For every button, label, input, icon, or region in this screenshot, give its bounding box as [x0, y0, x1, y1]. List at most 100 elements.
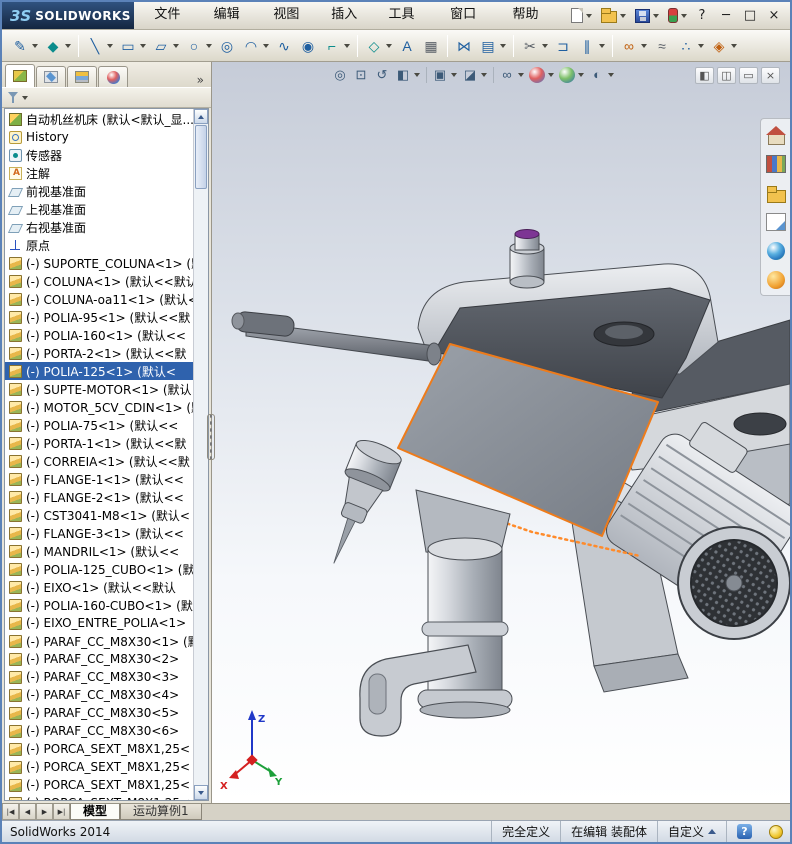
section-view-icon[interactable]: ◧ — [393, 66, 422, 84]
dropdown-arrow-icon[interactable] — [206, 44, 212, 48]
dropdown-arrow-icon[interactable] — [173, 44, 179, 48]
document-tab[interactable]: 运动算例1 — [120, 804, 202, 820]
tree-item[interactable]: 原点 — [5, 236, 193, 254]
tree-item[interactable]: (-) SUPORTE_COLUNA<1> (默 — [5, 254, 193, 272]
sketch-icon[interactable]: ✎ — [8, 34, 41, 58]
ellipse-icon[interactable]: ◉ — [296, 34, 320, 58]
quick-tip-icon[interactable] — [769, 825, 783, 839]
tree-item[interactable]: 自动机丝机床 (默认<默认_显... — [5, 110, 193, 128]
displaymanager-tab[interactable] — [98, 66, 128, 87]
tree-item[interactable]: (-) PARAF_CC_M8X30<3> — [5, 668, 193, 686]
edit-appearance-icon[interactable] — [527, 66, 556, 84]
apply-scene-icon[interactable] — [557, 66, 586, 84]
tree-item[interactable]: (-) MOTOR_5CV_CDIN<1> (默 — [5, 398, 193, 416]
restore-button[interactable]: □ — [738, 5, 762, 27]
menu-item[interactable]: 窗口(W) — [431, 2, 495, 29]
taskpane-resources-button[interactable] — [764, 124, 787, 145]
tab-scroll-button[interactable]: ◀ — [19, 804, 36, 820]
filter-button[interactable] — [8, 92, 28, 103]
zoom-fit-icon[interactable]: ◎ — [330, 66, 350, 84]
document-tab[interactable]: 模型 — [70, 804, 120, 820]
menu-item[interactable]: 编辑(E) — [197, 2, 257, 29]
dropdown-arrow-icon[interactable] — [698, 44, 704, 48]
spline-icon[interactable]: ∿ — [272, 34, 296, 58]
configurationmanager-tab[interactable] — [67, 66, 97, 87]
tree-item[interactable]: (-) POLIA-75<1> (默认<< — [5, 416, 193, 434]
perimeter-circle-icon[interactable]: ◎ — [215, 34, 239, 58]
scrollbar-thumb[interactable] — [195, 125, 207, 189]
dropdown-arrow-icon[interactable] — [263, 44, 269, 48]
tree-item[interactable]: (-) MANDRIL<1> (默认<< — [5, 542, 193, 560]
tree-item[interactable]: (-) CORREIA<1> (默认<<默 — [5, 452, 193, 470]
tree-item[interactable]: (-) POLIA-125<1> (默认< — [5, 362, 193, 380]
dropdown-arrow-icon[interactable] — [451, 73, 457, 77]
model-handle-arm[interactable] — [232, 311, 441, 365]
display-relations-icon[interactable]: ∞ — [617, 34, 650, 58]
menu-item[interactable]: 帮助(H) — [495, 2, 556, 29]
dropdown-arrow-icon[interactable] — [731, 44, 737, 48]
graphics-viewport[interactable]: Z X Y ◎ — [212, 62, 790, 803]
minimize-button[interactable]: ─ — [714, 5, 738, 27]
dropdown-arrow-icon[interactable] — [140, 44, 146, 48]
panel-overflow-button[interactable]: » — [193, 73, 208, 87]
dropdown-arrow-icon[interactable] — [481, 73, 487, 77]
tree-item[interactable]: (-) SUPTE-MOTOR<1> (默认 — [5, 380, 193, 398]
tree-item[interactable]: (-) EIXO_ENTRE_POLIA<1> — [5, 614, 193, 632]
propertymanager-tab[interactable] — [36, 66, 66, 87]
dropdown-arrow-icon[interactable] — [542, 44, 548, 48]
tree-item[interactable]: 传感器 — [5, 146, 193, 164]
scroll-down-button[interactable] — [194, 785, 208, 800]
plane-icon[interactable]: ◇ — [362, 34, 395, 58]
status-help[interactable]: ? — [726, 821, 762, 842]
tree-item[interactable]: (-) COLUNA<1> (默认<<默认 — [5, 272, 193, 290]
taskpane-custom-properties-button[interactable] — [764, 269, 787, 290]
tree-item[interactable]: (-) PORCA_SEXT_M8X1,25< — [5, 776, 193, 794]
taskpane-design-library-button[interactable] — [764, 153, 787, 174]
dropdown-arrow-icon[interactable] — [578, 73, 584, 77]
taskpane-file-explorer-button[interactable] — [764, 182, 787, 203]
tree-item[interactable]: (-) COLUNA-oa11<1> (默认< — [5, 290, 193, 308]
tree-item[interactable]: (-) POLIA-160-CUBO<1> (默 — [5, 596, 193, 614]
save-button[interactable] — [632, 7, 662, 25]
status-custom-dropdown[interactable]: 自定义 — [657, 821, 726, 842]
dropdown-arrow-icon[interactable] — [32, 44, 38, 48]
linear-pattern-icon[interactable]: ▤ — [476, 34, 509, 58]
tree-item[interactable]: (-) PORCA_SEXT_M8X1,25< — [5, 794, 193, 800]
menu-item[interactable]: 文件(F) — [138, 2, 197, 29]
model-spindle-chuck[interactable] — [312, 436, 404, 573]
tree-item[interactable]: 注解 — [5, 164, 193, 182]
tree-scrollbar[interactable] — [193, 109, 208, 800]
dropdown-arrow-icon[interactable] — [344, 44, 350, 48]
dropdown-arrow-icon[interactable] — [22, 96, 28, 100]
tree-item[interactable]: 右视基准面 — [5, 218, 193, 236]
corner-rectangle-icon[interactable]: ▭ — [116, 34, 149, 58]
document-close-button[interactable]: × — [761, 67, 780, 84]
smart-dimension-icon[interactable]: ◆ — [41, 34, 74, 58]
tab-scroll-button[interactable]: ▶| — [53, 804, 70, 820]
help-button[interactable]: ? — [690, 5, 714, 27]
centerpoint-arc-icon[interactable]: ◠ — [239, 34, 272, 58]
dropdown-arrow-icon[interactable] — [414, 73, 420, 77]
tree-item[interactable]: (-) POLIA-160<1> (默认<< — [5, 326, 193, 344]
open-button[interactable] — [598, 6, 629, 25]
dropdown-arrow-icon[interactable] — [548, 73, 554, 77]
tree-item[interactable]: (-) CST3041-M8<1> (默认< — [5, 506, 193, 524]
menu-item[interactable]: 工具(T) — [372, 2, 431, 29]
graphics-area[interactable]: Z X Y — [212, 62, 790, 803]
dropdown-arrow-icon[interactable] — [608, 73, 614, 77]
tab-scroll-button[interactable]: |◀ — [2, 804, 19, 820]
pane-both-button[interactable]: ◫ — [717, 67, 736, 84]
taskpane-view-palette-button[interactable] — [764, 211, 787, 232]
tree-item[interactable]: (-) PORCA_SEXT_M8X1,25< — [5, 758, 193, 776]
tree-item[interactable]: (-) PARAF_CC_M8X30<5> — [5, 704, 193, 722]
tree-item[interactable]: (-) POLIA-125_CUBO<1> (默 — [5, 560, 193, 578]
quick-snaps-icon[interactable]: ∴ — [674, 34, 707, 58]
tree-item[interactable]: (-) POLIA-95<1> (默认<<默 — [5, 308, 193, 326]
tree-item[interactable]: (-) FLANGE-2<1> (默认<< — [5, 488, 193, 506]
straight-slot-icon[interactable]: ▱ — [149, 34, 182, 58]
dropdown-arrow-icon[interactable] — [500, 44, 506, 48]
zoom-area-icon[interactable]: ⊡ — [351, 66, 371, 84]
options-button[interactable] — [665, 6, 690, 25]
menu-item[interactable]: 插入(I) — [317, 2, 372, 29]
tree-item[interactable]: (-) PORCA_SEXT_M8X1,25< — [5, 740, 193, 758]
